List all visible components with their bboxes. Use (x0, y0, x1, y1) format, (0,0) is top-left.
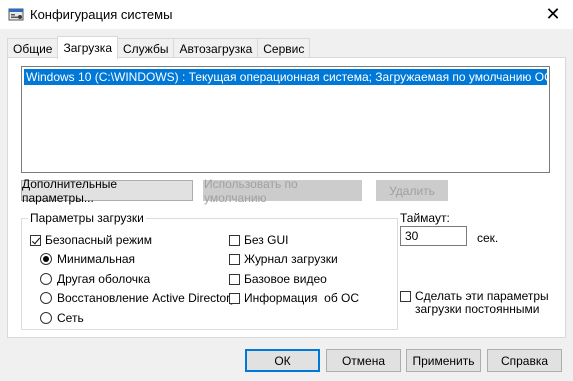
minimal-label: Минимальная (57, 252, 136, 266)
tab-startup[interactable]: Автозагрузка (173, 38, 259, 58)
base-video-label: Базовое видео (244, 272, 327, 286)
tab-strip: Общие Загрузка Службы Автозагрузка Серви… (7, 36, 311, 59)
os-listbox[interactable]: Windows 10 (C:\WINDOWS) : Текущая операц… (21, 66, 550, 173)
base-video-checkbox[interactable]: Базовое видео (229, 272, 327, 286)
close-button[interactable]: ✕ (533, 0, 573, 29)
window-title: Конфигурация системы (30, 7, 173, 22)
timeout-unit: сек. (477, 231, 499, 245)
boot-tab-panel: Windows 10 (C:\WINDOWS) : Текущая операц… (7, 57, 566, 338)
tab-services[interactable]: Службы (117, 38, 175, 58)
tab-general[interactable]: Общие (7, 38, 59, 58)
radio-circle (40, 253, 52, 265)
minimal-radio[interactable]: Минимальная (40, 252, 135, 266)
os-info-checkbox[interactable]: Информация об ОС (229, 291, 359, 305)
safe-boot-checkbox[interactable]: Безопасный режим (30, 233, 152, 247)
safe-boot-label: Безопасный режим (45, 233, 152, 247)
no-gui-checkbox[interactable]: Без GUI (229, 233, 288, 247)
radio-circle (40, 292, 52, 304)
tab-boot[interactable]: Загрузка (57, 36, 118, 59)
boot-options-legend: Параметры загрузки (28, 211, 146, 225)
checkbox-box (229, 273, 240, 285)
title-bar: Конфигурация системы ✕ (0, 0, 573, 29)
checkbox-box (229, 253, 240, 265)
boot-log-checkbox[interactable]: Журнал загрузки (229, 252, 338, 266)
radio-circle (40, 312, 52, 324)
radio-circle (40, 273, 52, 285)
network-label: Сеть (57, 311, 84, 325)
checkbox-box (30, 234, 41, 246)
alternate-shell-label: Другая оболочка (57, 272, 151, 286)
checkbox-box (229, 292, 240, 304)
cancel-button[interactable]: Отмена (326, 349, 401, 372)
checkbox-box (229, 234, 240, 246)
os-list-item[interactable]: Windows 10 (C:\WINDOWS) : Текущая операц… (24, 69, 547, 85)
os-info-label: Информация об ОС (244, 291, 360, 305)
msconfig-icon (8, 8, 24, 21)
make-permanent-label: Сделать эти параметры загрузки постоянны… (415, 289, 549, 316)
ok-button[interactable]: ОК (245, 349, 320, 372)
alternate-shell-radio[interactable]: Другая оболочка (40, 272, 150, 286)
tab-tools[interactable]: Сервис (257, 38, 311, 58)
ad-repair-label: Восстановление Active Directory (57, 291, 237, 305)
no-gui-label: Без GUI (244, 233, 289, 247)
delete-button[interactable]: Удалить (376, 180, 448, 201)
ad-repair-radio[interactable]: Восстановление Active Directory (40, 291, 236, 305)
boot-log-label: Журнал загрузки (244, 252, 338, 266)
checkbox-box (400, 291, 411, 302)
advanced-options-button[interactable]: Дополнительные параметры... (21, 177, 193, 205)
timeout-input[interactable]: 30 (400, 226, 467, 246)
close-icon: ✕ (545, 4, 561, 24)
make-permanent-checkbox[interactable]: Сделать эти параметры загрузки постоянны… (400, 290, 555, 316)
help-button[interactable]: Справка (487, 349, 562, 372)
set-default-button[interactable]: Использовать по умолчанию (203, 177, 362, 205)
network-radio[interactable]: Сеть (40, 311, 84, 325)
apply-button[interactable]: Применить (406, 349, 481, 372)
timeout-label: Таймаут: (400, 211, 450, 225)
